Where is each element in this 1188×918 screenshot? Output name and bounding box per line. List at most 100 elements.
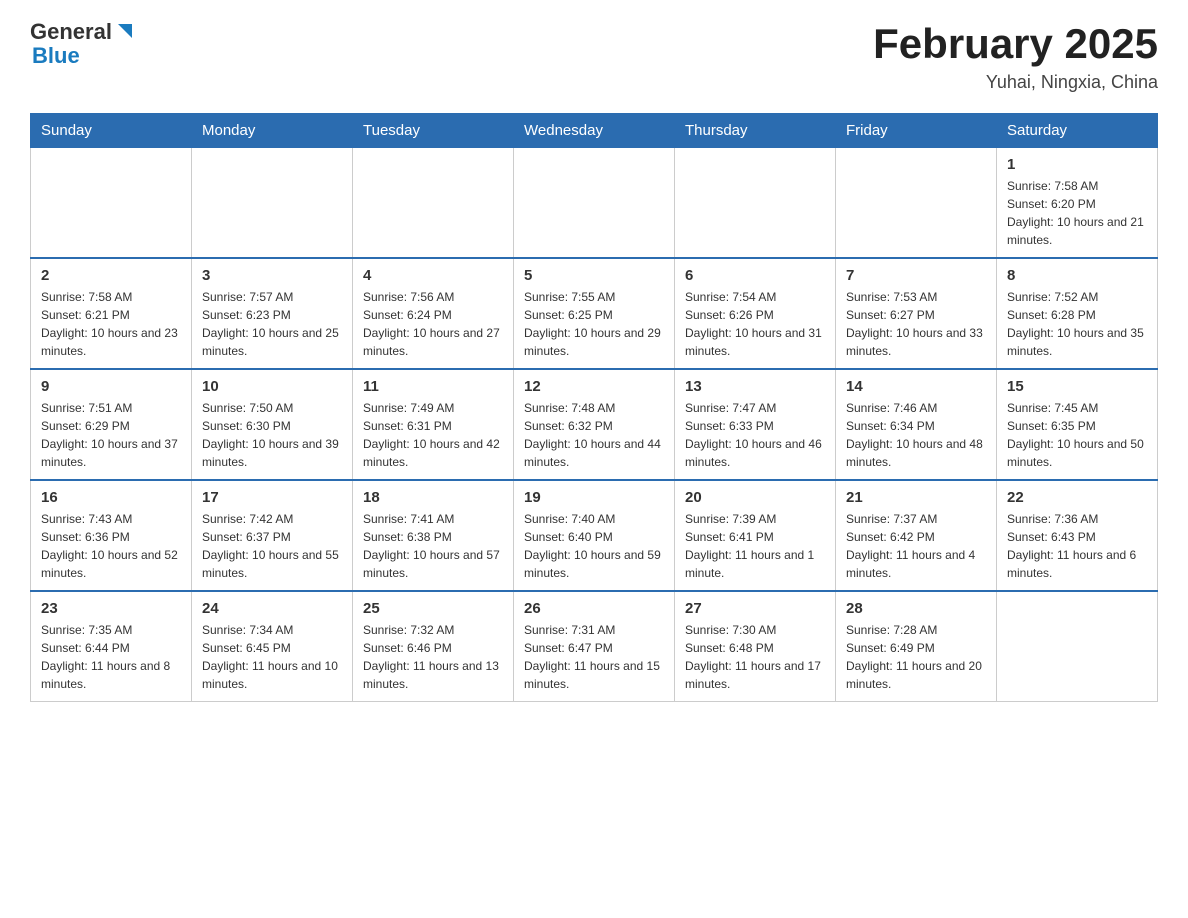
day-info: Sunrise: 7:40 AMSunset: 6:40 PMDaylight:… bbox=[524, 510, 664, 582]
col-header-wednesday: Wednesday bbox=[514, 114, 675, 148]
day-info: Sunrise: 7:30 AMSunset: 6:48 PMDaylight:… bbox=[685, 621, 825, 693]
calendar-cell: 15 Sunrise: 7:45 AMSunset: 6:35 PMDayligh… bbox=[997, 369, 1158, 480]
day-number: 16 bbox=[41, 489, 181, 506]
calendar-cell: 2 Sunrise: 7:58 AMSunset: 6:21 PMDaylight… bbox=[31, 258, 192, 369]
logo: General Blue bbox=[30, 20, 136, 68]
day-info: Sunrise: 7:55 AMSunset: 6:25 PMDaylight:… bbox=[524, 288, 664, 360]
day-info: Sunrise: 7:58 AMSunset: 6:21 PMDaylight:… bbox=[41, 288, 181, 360]
day-info: Sunrise: 7:49 AMSunset: 6:31 PMDaylight:… bbox=[363, 399, 503, 471]
day-number: 18 bbox=[363, 489, 503, 506]
day-info: Sunrise: 7:47 AMSunset: 6:33 PMDaylight:… bbox=[685, 399, 825, 471]
col-header-thursday: Thursday bbox=[675, 114, 836, 148]
calendar-cell bbox=[31, 148, 192, 259]
calendar-table: SundayMondayTuesdayWednesdayThursdayFrid… bbox=[30, 113, 1158, 702]
calendar-cell: 21 Sunrise: 7:37 AMSunset: 6:42 PMDayligh… bbox=[836, 480, 997, 591]
day-info: Sunrise: 7:54 AMSunset: 6:26 PMDaylight:… bbox=[685, 288, 825, 360]
month-title: February 2025 bbox=[873, 20, 1158, 68]
day-number: 22 bbox=[1007, 489, 1147, 506]
day-info: Sunrise: 7:41 AMSunset: 6:38 PMDaylight:… bbox=[363, 510, 503, 582]
calendar-cell: 19 Sunrise: 7:40 AMSunset: 6:40 PMDayligh… bbox=[514, 480, 675, 591]
day-number: 14 bbox=[846, 378, 986, 395]
day-info: Sunrise: 7:51 AMSunset: 6:29 PMDaylight:… bbox=[41, 399, 181, 471]
calendar-cell bbox=[353, 148, 514, 259]
calendar-cell: 11 Sunrise: 7:49 AMSunset: 6:31 PMDayligh… bbox=[353, 369, 514, 480]
day-info: Sunrise: 7:39 AMSunset: 6:41 PMDaylight:… bbox=[685, 510, 825, 582]
day-info: Sunrise: 7:43 AMSunset: 6:36 PMDaylight:… bbox=[41, 510, 181, 582]
calendar-cell: 24 Sunrise: 7:34 AMSunset: 6:45 PMDayligh… bbox=[192, 591, 353, 702]
col-header-sunday: Sunday bbox=[31, 114, 192, 148]
day-info: Sunrise: 7:37 AMSunset: 6:42 PMDaylight:… bbox=[846, 510, 986, 582]
calendar-cell: 26 Sunrise: 7:31 AMSunset: 6:47 PMDayligh… bbox=[514, 591, 675, 702]
day-info: Sunrise: 7:32 AMSunset: 6:46 PMDaylight:… bbox=[363, 621, 503, 693]
calendar-week-3: 9 Sunrise: 7:51 AMSunset: 6:29 PMDaylight… bbox=[31, 369, 1158, 480]
day-number: 2 bbox=[41, 267, 181, 284]
logo-general: General bbox=[30, 20, 112, 44]
calendar-cell: 20Sunrise: 7:39 AMSunset: 6:41 PMDayligh… bbox=[675, 480, 836, 591]
day-number: 5 bbox=[524, 267, 664, 284]
day-number: 9 bbox=[41, 378, 181, 395]
day-info: Sunrise: 7:57 AMSunset: 6:23 PMDaylight:… bbox=[202, 288, 342, 360]
col-header-friday: Friday bbox=[836, 114, 997, 148]
calendar-cell: 12 Sunrise: 7:48 AMSunset: 6:32 PMDayligh… bbox=[514, 369, 675, 480]
day-info: Sunrise: 7:34 AMSunset: 6:45 PMDaylight:… bbox=[202, 621, 342, 693]
day-number: 13 bbox=[685, 378, 825, 395]
calendar-week-1: 1Sunrise: 7:58 AMSunset: 6:20 PMDaylight… bbox=[31, 148, 1158, 259]
logo-blue: Blue bbox=[32, 44, 136, 68]
day-number: 7 bbox=[846, 267, 986, 284]
day-number: 23 bbox=[41, 600, 181, 617]
calendar-cell: 28Sunrise: 7:28 AMSunset: 6:49 PMDayligh… bbox=[836, 591, 997, 702]
calendar-week-5: 23 Sunrise: 7:35 AMSunset: 6:44 PMDayligh… bbox=[31, 591, 1158, 702]
day-info: Sunrise: 7:48 AMSunset: 6:32 PMDaylight:… bbox=[524, 399, 664, 471]
subtitle: Yuhai, Ningxia, China bbox=[873, 72, 1158, 93]
calendar-cell: 17Sunrise: 7:42 AMSunset: 6:37 PMDayligh… bbox=[192, 480, 353, 591]
day-number: 21 bbox=[846, 489, 986, 506]
calendar-cell: 13 Sunrise: 7:47 AMSunset: 6:33 PMDayligh… bbox=[675, 369, 836, 480]
day-info: Sunrise: 7:58 AMSunset: 6:20 PMDaylight:… bbox=[1007, 177, 1147, 249]
day-number: 11 bbox=[363, 378, 503, 395]
calendar-cell: 3 Sunrise: 7:57 AMSunset: 6:23 PMDaylight… bbox=[192, 258, 353, 369]
calendar-cell bbox=[192, 148, 353, 259]
calendar-cell: 5 Sunrise: 7:55 AMSunset: 6:25 PMDaylight… bbox=[514, 258, 675, 369]
day-number: 12 bbox=[524, 378, 664, 395]
day-number: 8 bbox=[1007, 267, 1147, 284]
calendar-cell: 18 Sunrise: 7:41 AMSunset: 6:38 PMDayligh… bbox=[353, 480, 514, 591]
day-number: 24 bbox=[202, 600, 342, 617]
day-info: Sunrise: 7:28 AMSunset: 6:49 PMDaylight:… bbox=[846, 621, 986, 693]
calendar-cell: 8 Sunrise: 7:52 AMSunset: 6:28 PMDaylight… bbox=[997, 258, 1158, 369]
day-number: 10 bbox=[202, 378, 342, 395]
day-number: 27 bbox=[685, 600, 825, 617]
day-number: 19 bbox=[524, 489, 664, 506]
calendar-week-4: 16 Sunrise: 7:43 AMSunset: 6:36 PMDayligh… bbox=[31, 480, 1158, 591]
day-number: 6 bbox=[685, 267, 825, 284]
day-number: 15 bbox=[1007, 378, 1147, 395]
day-info: Sunrise: 7:42 AMSunset: 6:37 PMDaylight:… bbox=[202, 510, 342, 582]
day-number: 25 bbox=[363, 600, 503, 617]
calendar-cell: 27 Sunrise: 7:30 AMSunset: 6:48 PMDayligh… bbox=[675, 591, 836, 702]
page-header: General Blue February 2025 Yuhai, Ningxi… bbox=[30, 20, 1158, 93]
col-header-saturday: Saturday bbox=[997, 114, 1158, 148]
calendar-cell: 23 Sunrise: 7:35 AMSunset: 6:44 PMDayligh… bbox=[31, 591, 192, 702]
day-number: 3 bbox=[202, 267, 342, 284]
calendar-cell: 1Sunrise: 7:58 AMSunset: 6:20 PMDaylight… bbox=[997, 148, 1158, 259]
calendar-cell: 10 Sunrise: 7:50 AMSunset: 6:30 PMDayligh… bbox=[192, 369, 353, 480]
day-info: Sunrise: 7:56 AMSunset: 6:24 PMDaylight:… bbox=[363, 288, 503, 360]
day-info: Sunrise: 7:46 AMSunset: 6:34 PMDaylight:… bbox=[846, 399, 986, 471]
calendar-cell: 4Sunrise: 7:56 AMSunset: 6:24 PMDaylight… bbox=[353, 258, 514, 369]
calendar-cell: 6 Sunrise: 7:54 AMSunset: 6:26 PMDaylight… bbox=[675, 258, 836, 369]
calendar-cell bbox=[997, 591, 1158, 702]
day-info: Sunrise: 7:31 AMSunset: 6:47 PMDaylight:… bbox=[524, 621, 664, 693]
calendar-cell: 25 Sunrise: 7:32 AMSunset: 6:46 PMDayligh… bbox=[353, 591, 514, 702]
day-info: Sunrise: 7:35 AMSunset: 6:44 PMDaylight:… bbox=[41, 621, 181, 693]
day-info: Sunrise: 7:45 AMSunset: 6:35 PMDaylight:… bbox=[1007, 399, 1147, 471]
calendar-cell: 14 Sunrise: 7:46 AMSunset: 6:34 PMDayligh… bbox=[836, 369, 997, 480]
day-info: Sunrise: 7:53 AMSunset: 6:27 PMDaylight:… bbox=[846, 288, 986, 360]
calendar-cell: 22Sunrise: 7:36 AMSunset: 6:43 PMDayligh… bbox=[997, 480, 1158, 591]
calendar-cell bbox=[836, 148, 997, 259]
logo-arrow-icon bbox=[114, 20, 136, 42]
calendar-header-row: SundayMondayTuesdayWednesdayThursdayFrid… bbox=[31, 114, 1158, 148]
day-info: Sunrise: 7:52 AMSunset: 6:28 PMDaylight:… bbox=[1007, 288, 1147, 360]
day-info: Sunrise: 7:50 AMSunset: 6:30 PMDaylight:… bbox=[202, 399, 342, 471]
calendar-week-2: 2 Sunrise: 7:58 AMSunset: 6:21 PMDaylight… bbox=[31, 258, 1158, 369]
day-number: 26 bbox=[524, 600, 664, 617]
title-section: February 2025 Yuhai, Ningxia, China bbox=[873, 20, 1158, 93]
